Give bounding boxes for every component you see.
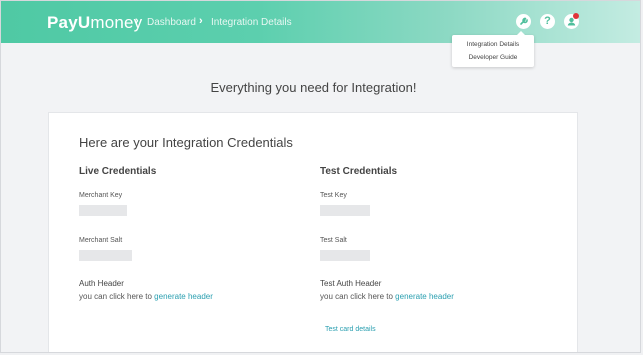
breadcrumb-dashboard[interactable]: Dashboard (147, 17, 196, 28)
payumoney-logo[interactable]: PayUmoney (47, 13, 142, 33)
test-key-field[interactable] (320, 205, 370, 216)
page-title: Everything you need for Integration! (210, 80, 417, 95)
help-icon[interactable]: ? (540, 14, 555, 29)
settings-dropdown: Integration Details Developer Guide (452, 31, 534, 67)
wrench-icon-svg (520, 17, 528, 25)
live-credentials-title: Live Credentials (79, 166, 157, 177)
chevron-right-icon: › (199, 15, 203, 27)
wrench-icon[interactable] (516, 14, 531, 29)
test-key-label: Test Key (320, 192, 347, 199)
test-auth-header-prompt: you can click here to (320, 292, 393, 301)
test-generate-header-link[interactable]: generate header (395, 292, 454, 301)
menu-item-integration-details[interactable]: Integration Details (452, 41, 534, 48)
card-title: Here are your Integration Credentials (79, 135, 293, 150)
dropdown-caret (517, 31, 525, 35)
test-card-details-link[interactable]: Test card details (325, 326, 376, 333)
notification-dot (573, 13, 579, 19)
merchant-salt-field[interactable] (79, 250, 132, 261)
merchant-salt-label: Merchant Salt (79, 237, 123, 244)
menu-item-developer-guide[interactable]: Developer Guide (452, 54, 534, 61)
app-frame: PayUmoney › Dashboard › Integration Deta… (0, 0, 641, 353)
breadcrumb-integration-details: Integration Details (211, 17, 292, 28)
merchant-key-label: Merchant Key (79, 192, 123, 199)
test-auth-header-title: Test Auth Header (320, 279, 382, 288)
test-salt-label: Test Salt (320, 237, 347, 244)
credentials-card: Here are your Integration Credentials Li… (48, 112, 578, 352)
merchant-key-field[interactable] (79, 205, 127, 216)
chevron-right-icon: › (135, 15, 139, 27)
top-header: PayUmoney › Dashboard › Integration Deta… (1, 1, 640, 43)
auth-header-title: Auth Header (79, 279, 124, 288)
generate-header-link[interactable]: generate header (154, 292, 213, 301)
logo-payu: PayU (47, 13, 91, 32)
auth-header-text: you can click here to generate header (79, 292, 213, 301)
auth-header-prompt: you can click here to (79, 292, 152, 301)
test-salt-field[interactable] (320, 250, 370, 261)
test-credentials-title: Test Credentials (320, 166, 398, 177)
test-auth-header-text: you can click here to generate header (320, 292, 454, 301)
